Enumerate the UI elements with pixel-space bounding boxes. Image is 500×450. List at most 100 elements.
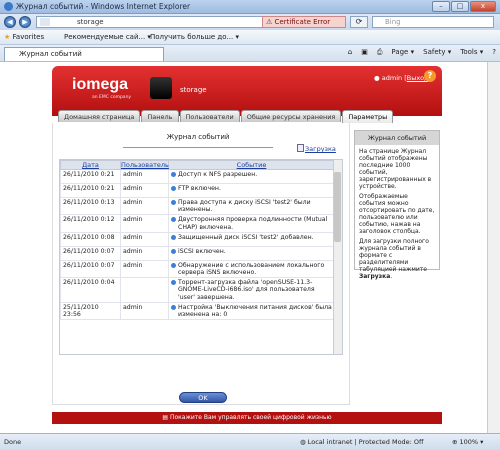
footer-text: Покажите Вам управлять своей цифровой жи… (169, 414, 332, 421)
cell-user: admin (120, 214, 169, 233)
address-bar: ◀ ▶ storage ⚠ Certificate Error ⟳ Bing (0, 14, 500, 30)
tab-users[interactable]: Пользователи (179, 110, 240, 122)
window-title: Журнал событий - Windows Internet Explor… (16, 2, 191, 11)
cell-date: 26/11/2010 0:12 (60, 214, 121, 233)
close-button[interactable]: x (470, 1, 496, 12)
favorite-item[interactable]: Получить больше до... ▾ (150, 33, 239, 41)
cell-user: admin (120, 231, 169, 247)
cell-user: admin (120, 196, 169, 216)
certificate-error-label: Certificate Error (274, 18, 331, 26)
cell-event: Обнаружение с использованием локального … (168, 259, 335, 279)
feeds-icon[interactable]: ▣ (361, 48, 368, 57)
app-footer: ▤ Покажите Вам управлять своей цифровой … (52, 412, 442, 424)
ok-button[interactable]: OK (179, 392, 227, 403)
table-row: 25/11/2010 23:56 admin Настройка 'Выключен… (60, 301, 335, 321)
table-row: 26/11/2010 0:07 admin Обнаружение с исполь… (60, 259, 335, 279)
globe-icon: ◍ (300, 438, 308, 446)
page-menu[interactable]: Page ▾ (391, 48, 414, 57)
table-row: 26/11/2010 0:07 admin iSCSI включен. (60, 245, 335, 261)
tab-shares[interactable]: Общие ресурсы хранения (240, 110, 342, 122)
help-sidebar: Журнал событий На странице Журнал событи… (354, 130, 440, 280)
window-titlebar: Журнал событий - Windows Internet Explor… (0, 0, 500, 14)
cell-event: Права доступа к диску iSCSI 'test2' были… (168, 196, 335, 216)
certificate-error-badge[interactable]: ⚠ Certificate Error (262, 16, 346, 28)
column-event-header[interactable]: Событие (168, 160, 335, 170)
table-row: 26/11/2010 0:12 admin Двусторонняя проверк… (60, 214, 335, 233)
cell-date: 26/11/2010 0:04 (60, 277, 121, 303)
table-row: 26/11/2010 0:04 Торрент-загрузка файла 'o… (60, 277, 335, 303)
help-button[interactable]: ? (424, 70, 436, 82)
iomega-app: iomega an EMC company storage ● admin [В… (52, 66, 442, 430)
security-zone-label: Local intranet | Protected Mode: Off (307, 438, 424, 446)
table-scrollbar[interactable] (333, 160, 342, 354)
main-panel: Журнал событий Загрузка Дата Пользовател… (52, 123, 350, 405)
sidebar-download-ref: Загрузка (359, 273, 391, 280)
favorites-button[interactable]: ★ Favorites (4, 33, 44, 41)
favorites-label: Favorites (12, 33, 45, 41)
tab-dashboard[interactable]: Панель (141, 110, 179, 122)
event-log-table: Дата Пользователь Событие 26/11/2010 0:2… (59, 159, 343, 355)
window-controls: – □ x (432, 1, 496, 12)
favorite-item-label: Получить больше до... (150, 33, 234, 41)
download-icon[interactable] (297, 144, 304, 152)
star-icon: ★ (4, 33, 11, 41)
back-button[interactable]: ◀ (4, 16, 16, 28)
browser-tab-label: Журнал событий (19, 50, 82, 58)
sidebar-text-part: Для загрузки полного журнала событий в ф… (359, 238, 429, 273)
sidebar-text: На странице Журнал событий отображены по… (359, 148, 432, 190)
sidebar-text-part: . (390, 273, 393, 280)
device-name: storage (180, 86, 207, 94)
cell-user (120, 277, 169, 303)
home-icon[interactable]: ⌂ (348, 48, 352, 57)
cell-event: Двусторонняя проверка подлинности (Mutua… (168, 214, 335, 233)
sidebar-title: Журнал событий (355, 131, 439, 145)
cell-event: Настройка 'Выключения питания дисков' бы… (168, 301, 335, 321)
download-link[interactable]: Загрузка (305, 145, 336, 153)
browser-tab[interactable]: Журнал событий (4, 47, 164, 61)
favorite-item[interactable]: Рекомендуемые сай... ▾ (64, 33, 151, 41)
tab-home[interactable]: Домашняя страница (58, 110, 141, 122)
column-user-header[interactable]: Пользователь (120, 160, 169, 170)
cell-event: Доступ к NFS разрешен. (168, 169, 335, 184)
device-icon (150, 77, 172, 99)
cell-date: 25/11/2010 23:56 (60, 301, 121, 321)
cell-user: admin (120, 301, 169, 321)
cell-user: admin (120, 245, 169, 261)
security-zone[interactable]: ◍ Local intranet | Protected Mode: Off (300, 438, 424, 446)
status-text: Done (4, 438, 22, 446)
cell-user: admin (120, 259, 169, 279)
refresh-button[interactable]: ⟳ (350, 16, 368, 28)
minimize-button[interactable]: – (432, 1, 450, 12)
page-scrollbar[interactable] (487, 62, 500, 433)
command-bar: Журнал событий ⌂ ▣ ⎙ Page ▾ Safety ▾ Too… (0, 45, 500, 62)
url-field[interactable]: storage (36, 16, 296, 28)
safety-menu-label: Safety (423, 48, 446, 56)
scrollbar-thumb[interactable] (334, 172, 341, 242)
cell-date: 26/11/2010 0:13 (60, 196, 121, 216)
favorites-bar: ★ Favorites Рекомендуемые сай... ▾ Получ… (0, 30, 500, 45)
url-host: storage (77, 18, 104, 26)
safety-menu[interactable]: Safety ▾ (423, 48, 451, 57)
cell-date: 26/11/2010 0:08 (60, 231, 121, 247)
cell-user: admin (120, 183, 169, 198)
zoom-icon: ⊕ (452, 438, 460, 446)
search-input[interactable]: Bing (372, 16, 494, 28)
browser-viewport: iomega an EMC company storage ● admin [В… (0, 62, 487, 433)
toolbar: ⌂ ▣ ⎙ Page ▾ Safety ▾ Tools ▾ ? (348, 48, 496, 57)
favorite-item-label: Рекомендуемые сай... (64, 33, 146, 41)
cell-date: 26/11/2010 0:21 (60, 183, 121, 198)
column-date-header[interactable]: Дата (60, 160, 121, 170)
print-icon[interactable]: ⎙ (377, 48, 383, 57)
user-icon: ● (374, 74, 382, 82)
cell-event: Торрент-загрузка файла 'openSUSE-11.3-GN… (168, 277, 335, 303)
forward-button[interactable]: ▶ (19, 16, 31, 28)
table-row: 26/11/2010 0:08 admin Защищенный диск iSCS… (60, 231, 335, 247)
maximize-button[interactable]: □ (451, 1, 469, 12)
table-header-row: Дата Пользователь Событие (60, 160, 335, 170)
zoom-level[interactable]: ⊕ 100% ▾ (452, 438, 483, 446)
tools-menu[interactable]: Tools ▾ (460, 48, 483, 57)
help-icon[interactable]: ? (492, 48, 496, 57)
tools-menu-label: Tools (460, 48, 478, 56)
tab-settings[interactable]: Параметры (342, 110, 394, 123)
footer-icon: ▤ (162, 414, 170, 421)
